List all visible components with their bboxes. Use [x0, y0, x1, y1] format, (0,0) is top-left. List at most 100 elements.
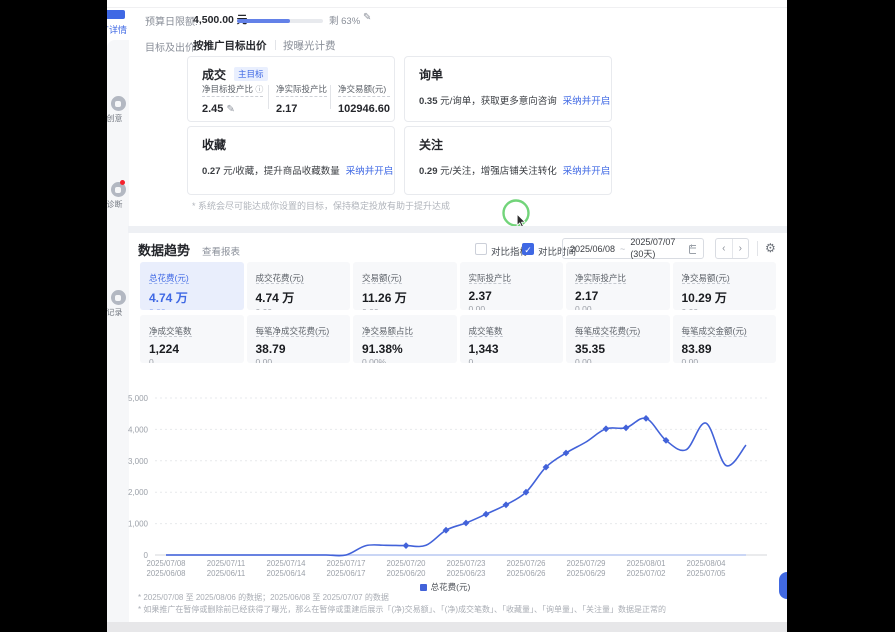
svg-text:2025/06/23: 2025/06/23 — [446, 569, 485, 578]
svg-text:2025/06/11: 2025/06/11 — [207, 569, 245, 578]
metric-card-2[interactable]: 交易额(元)11.26 万0.00 — [353, 262, 457, 310]
sidebar-item-diagnosis[interactable]: 诊断 — [107, 182, 129, 210]
adopt-enable-link[interactable]: 采纳并开启 — [563, 166, 611, 177]
budget-progress-fill — [237, 19, 290, 23]
section-divider — [128, 226, 787, 233]
view-report-link[interactable]: 查看报表 — [202, 244, 240, 258]
sidebar-item-creative[interactable]: 创意 — [107, 96, 129, 124]
svg-text:2025/07/26: 2025/07/26 — [506, 559, 545, 568]
roi-edit-icon[interactable]: ✎ — [226, 104, 234, 115]
svg-text:2025/07/14: 2025/07/14 — [266, 559, 306, 568]
top-divider — [107, 0, 787, 8]
chart-footnote-1: * 2025/07/08 至 2025/08/06 的数据；2025/06/08… — [138, 592, 389, 603]
floating-side-button[interactable] — [779, 572, 787, 599]
metric-divider — [330, 85, 331, 109]
svg-text:2025/07/17: 2025/07/17 — [326, 559, 365, 568]
main-window: 推广详情 创意 诊断 记录 预算日限额: 4,500.00 元 剩 63% ✎ … — [107, 0, 787, 632]
goal-card-follow: 关注 0.29 元/关注，增强店铺关注转化采纳并开启 — [404, 126, 612, 195]
alert-dot — [120, 180, 125, 185]
svg-text:2025/06/20: 2025/06/20 — [386, 569, 426, 578]
tab-divider — [275, 40, 276, 50]
diagnosis-icon — [111, 182, 126, 197]
legend-swatch — [420, 584, 427, 591]
metric-card-1[interactable]: 成交花费(元)4.74 万0.00 — [247, 262, 351, 310]
metric-divider — [268, 85, 269, 109]
svg-text:1,000: 1,000 — [128, 520, 149, 529]
budget-remaining: 剩 63% — [329, 13, 360, 27]
adopt-enable-link[interactable]: 采纳并开启 — [346, 166, 394, 177]
svg-text:5,000: 5,000 — [128, 394, 149, 403]
svg-text:2025/07/29: 2025/07/29 — [566, 559, 605, 568]
deal-metric-2: 净实际投产比 2.17 — [276, 83, 327, 115]
svg-text:2025/06/08: 2025/06/08 — [146, 569, 185, 578]
metric-card-6[interactable]: 净成交笔数1,2240 — [140, 315, 244, 363]
svg-text:2025/06/29: 2025/06/29 — [566, 569, 605, 578]
goal-card-title: 成交 — [202, 66, 226, 83]
calendar-icon — [689, 244, 696, 254]
svg-text:2025/08/04: 2025/08/04 — [686, 559, 726, 568]
metric-card-7[interactable]: 每笔净成交花费(元)38.790.00 — [247, 315, 351, 363]
legend-label: 总花费(元) — [431, 582, 471, 592]
metric-card-5[interactable]: 净交易额(元)10.29 万0.00 — [673, 262, 777, 310]
sidebar-active-pill[interactable] — [107, 10, 125, 19]
svg-text:2025/06/26: 2025/06/26 — [506, 569, 545, 578]
screen: 推广详情 创意 诊断 记录 预算日限额: 4,500.00 元 剩 63% ✎ … — [0, 0, 895, 632]
info-icon[interactable]: ⓘ — [255, 85, 263, 94]
goal-note: * 系统会尽可能达成你设置的目标，保持稳定投放有助于提升达成 — [192, 199, 450, 212]
bottom-strip — [107, 622, 787, 632]
svg-text:2025/08/01: 2025/08/01 — [626, 559, 665, 568]
metric-card-4[interactable]: 净实际投产比2.170.00 — [566, 262, 670, 310]
budget-edit-icon[interactable]: ✎ — [363, 12, 371, 23]
goal-card-title: 询单 — [419, 66, 443, 83]
history-icon — [111, 290, 126, 305]
date-pager: ‹ › — [715, 238, 749, 259]
compare-time-checkbox[interactable]: ✓ — [522, 243, 534, 255]
deal-metric-3: 净交易额(元) 102946.60 — [338, 83, 390, 115]
metric-card-8[interactable]: 净交易额占比91.38%0.00% — [353, 315, 457, 363]
svg-text:2025/06/14: 2025/06/14 — [266, 569, 306, 578]
svg-text:2025/07/05: 2025/07/05 — [686, 569, 726, 578]
date-end: 2025/07/07 (30天) — [630, 237, 683, 260]
settings-gear-icon[interactable]: ⚙ — [765, 241, 776, 255]
trends-title: 数据趋势 — [138, 240, 190, 259]
goal-card-deal: 成交 主目标 净目标投产比 ⓘ 2.45 ✎ 净实际投产比 2.17 净交易额(… — [187, 56, 395, 122]
metric-card-9[interactable]: 成交笔数1,3430 — [460, 315, 564, 363]
creative-icon — [111, 96, 126, 111]
main-goal-badge: 主目标 — [234, 67, 268, 81]
svg-text:2,000: 2,000 — [128, 488, 149, 497]
chart-footnote-2: * 如果推广在暂停或删除前已经获得了曝光，那么在暂停或重建后展示「(净)交易额」… — [138, 604, 666, 615]
budget-label: 预算日限额: — [145, 13, 198, 28]
sidebar-item-promo-detail[interactable]: 推广详情 — [107, 23, 127, 36]
svg-text:2025/06/17: 2025/06/17 — [326, 569, 365, 578]
bidding-label: 目标及出价: — [145, 39, 198, 54]
budget-progress — [237, 19, 323, 23]
deal-metric-1: 净目标投产比 ⓘ 2.45 ✎ — [202, 83, 263, 115]
next-period-button[interactable]: › — [733, 239, 749, 258]
date-range-picker[interactable]: 2025/06/08 ~ 2025/07/07 (30天) — [562, 238, 704, 259]
svg-text:2025/07/08: 2025/07/08 — [146, 559, 185, 568]
svg-text:2025/07/02: 2025/07/02 — [626, 569, 665, 578]
adopt-enable-link[interactable]: 采纳并开启 — [563, 96, 611, 107]
metric-grid: 总花费(元)4.74 万0.00成交花费(元)4.74 万0.00交易额(元)1… — [140, 262, 776, 363]
svg-text:2025/07/23: 2025/07/23 — [446, 559, 485, 568]
metric-card-10[interactable]: 每笔成交花费(元)35.350.00 — [566, 315, 670, 363]
goal-card-title: 收藏 — [202, 136, 226, 153]
metric-card-3[interactable]: 实际投产比2.370.00 — [460, 262, 564, 310]
sidebar-item-history[interactable]: 记录 — [107, 290, 129, 318]
metric-card-0[interactable]: 总花费(元)4.74 万0.00 — [140, 262, 244, 310]
prev-period-button[interactable]: ‹ — [716, 239, 733, 258]
svg-text:3,000: 3,000 — [128, 457, 149, 466]
tab-bid-by-goal[interactable]: 按推广目标出价 — [193, 38, 267, 53]
compare-metric-checkbox[interactable] — [475, 243, 487, 255]
date-start: 2025/06/08 — [570, 244, 615, 254]
tab-bid-by-impression[interactable]: 按曝光计费 — [283, 38, 336, 53]
metric-card-11[interactable]: 每笔成交金额(元)83.890.00 — [673, 315, 777, 363]
goal-card-inquiry: 询单 0.35 元/询单，获取更多意向咨询采纳并开启 — [404, 56, 612, 122]
svg-text:2025/07/20: 2025/07/20 — [386, 559, 426, 568]
trend-chart[interactable]: 01,0002,0003,0004,0005,0002025/07/082025… — [115, 386, 775, 582]
header-divider — [757, 241, 758, 256]
goal-card-favorite: 收藏 0.27 元/收藏，提升商品收藏数量采纳并开启 — [187, 126, 395, 195]
goal-card-title: 关注 — [419, 136, 443, 153]
svg-text:2025/07/11: 2025/07/11 — [207, 559, 245, 568]
svg-text:4,000: 4,000 — [128, 425, 149, 434]
